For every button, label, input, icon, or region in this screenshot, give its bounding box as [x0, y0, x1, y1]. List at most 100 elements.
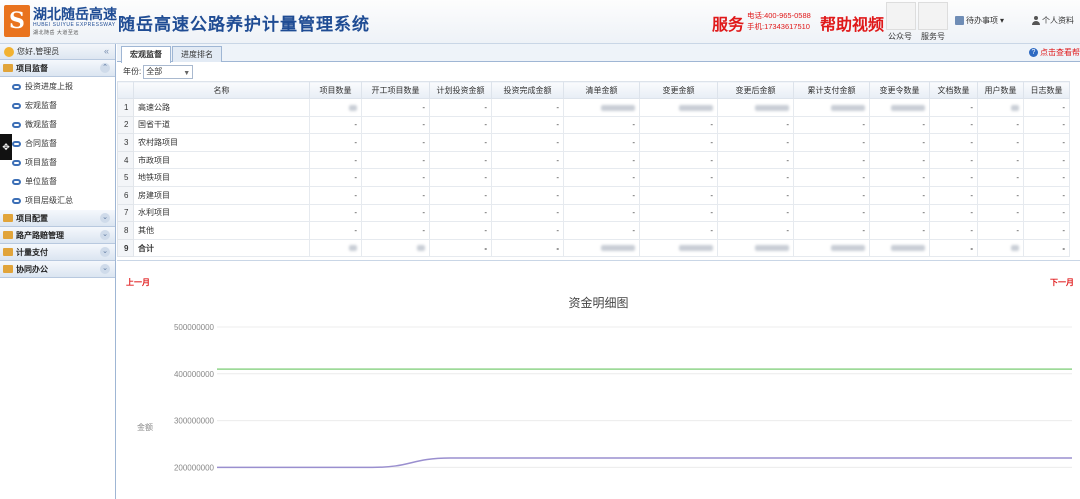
table-row[interactable]: 3 农村路项目 - - - - - - - - - - - - — [117, 133, 1070, 152]
table-row[interactable]: 1 高速公路 - - - - - — [117, 98, 1070, 117]
table-cell: - — [977, 150, 1024, 170]
table-cell: - — [309, 185, 362, 205]
table-cell: - — [717, 168, 794, 187]
blurred-cell — [869, 238, 930, 258]
table-cell: - — [429, 238, 492, 258]
year-select[interactable]: 全部 ▼ — [143, 64, 194, 79]
service-contact: 电话:400-965-0588 手机:17343617510 — [747, 10, 811, 32]
column-header[interactable]: 累计支付金额 — [793, 81, 870, 99]
table-cell: - — [491, 150, 564, 170]
y-tick-label: 200000000 — [174, 463, 215, 472]
table-cell: - — [929, 238, 978, 258]
sidebar-group-label: 协同办公 — [16, 264, 48, 274]
row-number: 4 — [117, 150, 134, 170]
table-cell: - — [429, 221, 492, 240]
row-name: 高速公路 — [133, 98, 310, 117]
table-cell: - — [717, 185, 794, 205]
table-cell: - — [309, 221, 362, 240]
table-cell: - — [491, 238, 564, 258]
table-row[interactable]: 8 其他 - - - - - - - - - - - - — [117, 221, 1070, 240]
sidebar-item-macro-supervision[interactable]: 宏观监督 — [0, 96, 115, 115]
sidebar-item-label: 微观监督 — [25, 120, 57, 129]
help-video-link[interactable]: 帮助视频 — [820, 11, 884, 35]
chart-svg: 5000000004000000003000000002000000001000… — [137, 323, 1072, 472]
chevron-down-icon[interactable]: ⌄ — [100, 247, 110, 257]
sidebar-group-payment[interactable]: 计量支付 ⌄ — [0, 244, 115, 261]
sidebar-group-label: 计量支付 — [16, 247, 48, 257]
sidebar-item-unit-supervision[interactable]: 单位监督 — [0, 172, 115, 191]
link-icon — [12, 178, 21, 185]
column-header[interactable]: 用户数量 — [977, 81, 1024, 99]
sidebar-group-project-config[interactable]: 项目配置 ⌄ — [0, 210, 115, 227]
blurred-cell — [793, 98, 870, 117]
column-header[interactable]: 计划投资金额 — [429, 81, 492, 99]
table-cell: - — [1023, 185, 1070, 205]
table-cell: - — [869, 133, 930, 152]
blurred-cell — [639, 98, 718, 117]
column-header[interactable]: 文档数量 — [929, 81, 978, 99]
table-cell: - — [929, 98, 978, 117]
chevron-down-icon: ▾ — [1000, 16, 1005, 25]
chevron-up-icon[interactable]: ⌃ — [100, 63, 110, 73]
sidebar-item-micro-supervision[interactable]: 微观监督 — [0, 115, 115, 134]
collapse-sidebar-icon[interactable]: « — [104, 46, 109, 56]
chevron-down-icon[interactable]: ⌄ — [100, 264, 110, 274]
table-cell: - — [929, 185, 978, 205]
table-row[interactable]: 2 国省干道 - - - - - - - - - - - - — [117, 115, 1070, 135]
table-row[interactable]: 5 地铁项目 - - - - - - - - - - - - — [117, 168, 1070, 187]
redacted-value — [755, 245, 789, 252]
table-row[interactable]: 9 合计 - - - - — [117, 238, 1070, 258]
column-header[interactable]: 项目数量 — [309, 81, 362, 99]
sidebar-group-project-supervision[interactable]: 项目监督 ⌃ — [0, 60, 115, 77]
table-cell: - — [563, 203, 640, 223]
redacted-value — [601, 245, 635, 252]
table-cell: - — [563, 133, 640, 152]
tab-progress-ranking[interactable]: 进度排名 — [172, 46, 222, 62]
series-line-1[interactable] — [216, 457, 1072, 469]
column-header[interactable] — [117, 81, 134, 99]
sidebar-item-contract-supervision[interactable]: 合同监督 — [0, 134, 115, 153]
chevron-down-icon[interactable]: ⌄ — [100, 230, 110, 240]
table-cell: - — [639, 133, 718, 152]
sidebar-item-investment-report[interactable]: 投资进度上报 — [0, 77, 115, 96]
redacted-value — [755, 104, 789, 111]
macro-table: 名称 项目数量 开工项目数量 计划投资金额 投资完成金额 清单金额 变更金额 变更后金额 累计支… — [117, 81, 1070, 258]
column-header[interactable]: 清单金额 — [563, 81, 640, 99]
table-row[interactable]: 7 水利项目 - - - - - - - - - - - - — [117, 203, 1070, 223]
table-cell: - — [869, 115, 930, 135]
sidebar-greeting: 您好,管理员 « — [0, 44, 115, 60]
table-cell: - — [429, 115, 492, 135]
column-header[interactable]: 名称 — [133, 81, 310, 99]
todo-menu[interactable]: 待办事项 ▾ — [955, 15, 1004, 26]
table-cell: - — [639, 203, 718, 223]
column-header[interactable]: 变更后金额 — [717, 81, 794, 99]
table-cell: - — [361, 168, 430, 187]
column-header[interactable]: 变更令数量 — [869, 81, 930, 99]
chevron-down-icon[interactable]: ⌄ — [100, 213, 110, 223]
table-cell: - — [361, 203, 430, 223]
smile-icon — [4, 46, 14, 57]
row-name: 水利项目 — [133, 203, 310, 223]
column-header[interactable]: 日志数量 — [1023, 81, 1070, 99]
sidebar-item-project-supervision[interactable]: 项目监督 — [0, 153, 115, 172]
qr-public-icon[interactable] — [886, 2, 916, 30]
floating-expand-icon[interactable]: ✥ — [0, 134, 12, 160]
table-row[interactable]: 4 市政项目 - - - - - - - - - - - - — [117, 150, 1070, 170]
row-number: 6 — [117, 185, 134, 205]
qr-service-icon[interactable] — [918, 2, 948, 30]
view-help-link[interactable]: ? 点击查看帮 — [1029, 47, 1080, 58]
office-icon — [3, 265, 13, 273]
column-header[interactable]: 开工项目数量 — [361, 81, 430, 99]
table-cell: - — [563, 221, 640, 240]
sidebar-item-label: 项目层级汇总 — [25, 196, 73, 205]
sidebar-item-hierarchy-summary[interactable]: 项目层级汇总 — [0, 191, 115, 210]
table-cell: - — [793, 185, 870, 205]
table-row[interactable]: 6 房建项目 - - - - - - - - - - - - — [117, 185, 1070, 205]
profile-link[interactable]: 个人资料 — [1032, 15, 1074, 26]
sidebar-group-office[interactable]: 协同办公 ⌄ — [0, 261, 115, 278]
sidebar-group-road-assets[interactable]: 路产路赔管理 ⌄ — [0, 227, 115, 244]
tab-macro-supervision[interactable]: 宏观监督 — [121, 46, 171, 63]
table-cell: - — [429, 185, 492, 205]
column-header[interactable]: 变更金额 — [639, 81, 718, 99]
column-header[interactable]: 投资完成金额 — [491, 81, 564, 99]
